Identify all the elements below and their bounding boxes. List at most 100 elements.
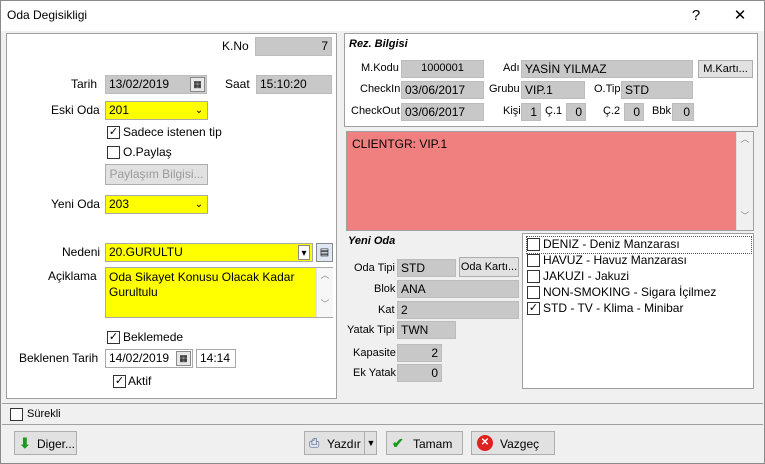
yeni-oda-label: Yeni Oda: [51, 197, 100, 211]
rez-bilgisi-panel: Rez. Bilgisi M.Kodu 1000001 Adı YASİN YI…: [344, 33, 758, 127]
checkout-value: 03/06/2017: [405, 105, 466, 119]
yazdir-label: Yazdır: [327, 437, 361, 451]
yatak-tipi-label: Yatak Tipi: [347, 324, 395, 336]
chevron-down-icon: ⌄: [194, 199, 204, 210]
musteri-karti-button[interactable]: M.Kartı...: [698, 60, 753, 78]
yeni-oda-title: Yeni Oda: [348, 235, 396, 247]
yatak-tipi-field: TWN: [397, 321, 456, 339]
ek-yatak-field: 0: [397, 364, 442, 382]
feature-label: STD - TV - Klima - Minibar: [543, 301, 684, 315]
nedeni-select[interactable]: 20.GURULTU ▾: [105, 243, 313, 262]
rez-bilgisi-title: Rez. Bilgisi: [349, 38, 408, 50]
eski-oda-label: Eski Oda: [51, 103, 100, 117]
yeni-oda-value: 203: [109, 197, 130, 211]
blok-label: Blok: [374, 283, 396, 295]
blok-field: ANA: [397, 280, 519, 298]
calendar-icon[interactable]: ▦: [190, 77, 205, 92]
yeni-oda-panel: Yeni Oda Oda Tipi STD Oda Kartı... Blok …: [344, 232, 520, 394]
aciklama-label: Açiklama: [48, 269, 97, 283]
chevron-down-icon[interactable]: ▼: [364, 432, 377, 454]
aciklama-scrollbar[interactable]: ︿ ﹀: [316, 268, 333, 317]
aciklama-textarea[interactable]: Oda Sikayet Konusu Olacak Kadar Gurultul…: [105, 267, 333, 318]
opaylas-label: O.Paylaş: [123, 145, 172, 159]
calendar-icon[interactable]: ▦: [176, 351, 191, 366]
adi-label: Adı: [503, 62, 520, 74]
dialog-window: Oda Degisikligi ? ✕ K.No 7 Tarih 13/02/2…: [0, 0, 765, 464]
feature-item[interactable]: DENIZ - Deniz Manzarası: [526, 236, 752, 254]
checkin-label: CheckIn: [360, 83, 401, 95]
checkout-field: 03/06/2017: [401, 103, 484, 121]
beklenen-time-field[interactable]: 14:14: [196, 349, 236, 368]
eski-oda-select[interactable]: 201 ⌄: [105, 101, 208, 120]
adi-field: YASİN YILMAZ: [521, 60, 693, 78]
sadece-label: Sadece istenen tip: [123, 125, 222, 139]
scroll-down-icon[interactable]: ﹀: [737, 209, 753, 222]
kat-field: 2: [397, 301, 519, 319]
feature-checkbox[interactable]: [527, 286, 540, 299]
feature-label: HAVUZ - Havuz Manzarası: [543, 253, 687, 267]
feature-checkbox[interactable]: [527, 238, 540, 251]
tamam-label: Tamam: [413, 437, 453, 451]
checkin-value: 03/06/2017: [405, 83, 466, 97]
tarih-label: Tarih: [71, 77, 98, 91]
close-button[interactable]: ✕: [720, 1, 760, 31]
tarih-value: 13/02/2019: [109, 77, 170, 91]
aktif-label: Aktif: [128, 374, 152, 388]
bbk-field: 0: [672, 103, 694, 121]
note-text: CLIENTGR: VIP.1: [352, 137, 448, 151]
grubu-label: Grubu: [489, 83, 520, 95]
beklenen-date-field[interactable]: 14/02/2019 ▦: [105, 349, 193, 368]
tarih-field[interactable]: 13/02/2019 ▦: [105, 75, 207, 94]
nedeni-value: 20.GURULTU: [109, 245, 183, 259]
checkmark-icon: ✔: [392, 435, 404, 451]
surekli-label: Sürekli: [27, 408, 61, 420]
vazgec-button[interactable]: ✕ Vazgeç: [471, 431, 555, 455]
bbk-label: Bbk: [652, 105, 671, 117]
grubu-field: VIP.1: [521, 81, 585, 99]
kisi-field: 1: [521, 103, 541, 121]
tamam-button[interactable]: ✔ Tamam: [386, 431, 463, 455]
diger-label: Diger...: [37, 437, 76, 451]
note-scrollbar[interactable]: ︿ ﹀: [736, 132, 753, 230]
feature-checkbox[interactable]: ✓: [527, 302, 540, 315]
kapasite-field: 2: [397, 344, 442, 362]
mkodu-field: 1000001: [401, 60, 484, 78]
reservation-note[interactable]: CLIENTGR: VIP.1 ︿ ﹀: [346, 131, 754, 231]
beklenen-date-value: 14/02/2019: [109, 351, 170, 365]
scroll-up-icon[interactable]: ︿: [317, 268, 333, 281]
ek-yatak-label: Ek Yatak: [353, 367, 397, 379]
c2-label: Ç.2: [603, 105, 621, 117]
room-features-list[interactable]: DENIZ - Deniz Manzarası HAVUZ - Havuz Ma…: [522, 233, 754, 389]
sadece-checkbox[interactable]: ✓: [107, 126, 120, 139]
oda-karti-button[interactable]: Oda Kartı...: [459, 257, 519, 277]
window-title: Oda Degisikligi: [7, 8, 88, 22]
surekli-checkbox[interactable]: [10, 408, 23, 421]
lookup-icon[interactable]: ▤: [316, 243, 333, 262]
oda-tipi-field: STD: [397, 259, 456, 277]
c2-field: 0: [624, 103, 644, 121]
title-bar: Oda Degisikligi ? ✕: [1, 1, 764, 31]
chevron-down-icon: ▾: [298, 245, 310, 260]
nedeni-label: Nedeni: [62, 245, 101, 259]
kno-field: 7: [255, 37, 332, 56]
help-button[interactable]: ?: [676, 1, 716, 31]
kno-label: K.No: [222, 39, 249, 53]
scroll-up-icon[interactable]: ︿: [737, 132, 753, 145]
feature-checkbox[interactable]: [527, 270, 540, 283]
aktif-checkbox[interactable]: ✓: [113, 375, 126, 388]
kisi-label: Kişi: [503, 105, 521, 117]
cancel-icon: ✕: [477, 435, 493, 451]
eski-oda-value: 201: [109, 103, 130, 117]
beklemede-checkbox[interactable]: ✓: [107, 331, 120, 344]
opaylas-checkbox[interactable]: [107, 146, 120, 159]
yazdir-button[interactable]: ⎙ Yazdır ▼: [304, 431, 377, 455]
feature-checkbox[interactable]: [527, 254, 540, 267]
otipi-field: STD: [621, 81, 693, 99]
scroll-down-icon[interactable]: ﹀: [317, 297, 333, 310]
yeni-oda-select[interactable]: 203 ⌄: [105, 195, 208, 214]
feature-label: JAKUZI - Jakuzi: [543, 269, 630, 283]
saat-label: Saat: [225, 77, 250, 91]
beklenen-tarih-label: Beklenen Tarih: [19, 351, 99, 365]
paylasim-bilgisi-button[interactable]: Paylaşım Bilgisi...: [105, 164, 208, 185]
diger-button[interactable]: ⬇ Diger...: [14, 431, 77, 455]
